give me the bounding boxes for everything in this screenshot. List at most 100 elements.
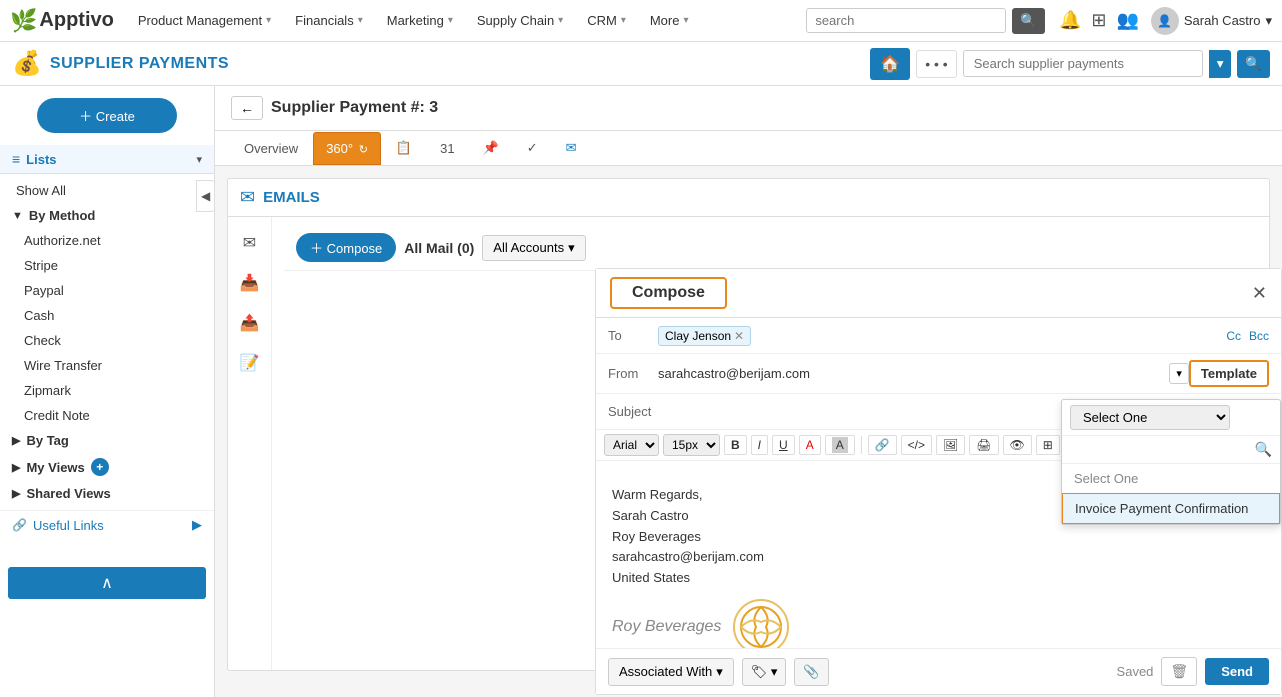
tab-pin[interactable]: 📌 — [470, 131, 512, 165]
tag-button[interactable]: 🏷 ▾ — [742, 658, 787, 686]
template-select[interactable]: Select One — [1070, 405, 1230, 430]
tab-document[interactable]: 📋 — [383, 131, 425, 165]
font-family-select[interactable]: Arial — [604, 434, 659, 456]
sidebar-item-credit-note[interactable]: Credit Note — [0, 403, 214, 428]
bcc-label[interactable]: Bcc — [1249, 329, 1269, 343]
compose-icon[interactable]: ✉ — [228, 225, 271, 261]
users-icon[interactable]: 👥 — [1116, 10, 1138, 31]
chevron-right-icon: ▶ — [192, 517, 202, 533]
template-search-input[interactable] — [1070, 442, 1255, 457]
link-icon: 🔗 — [12, 518, 27, 532]
attach-button[interactable]: 📎 — [794, 658, 828, 686]
avatar: 👤 — [1151, 7, 1179, 35]
sent-icon[interactable]: 📤 — [228, 305, 271, 341]
sidebar-by-method[interactable]: ▼ By Method — [0, 203, 214, 228]
inbox-icon[interactable]: 📥 — [228, 265, 271, 301]
nav-supply-chain[interactable]: Supply Chain ▾ — [467, 0, 573, 42]
bell-icon[interactable]: 🔔 — [1059, 10, 1081, 31]
compose-dialog-header: Compose ✕ — [596, 269, 1281, 318]
search-dropdown-button[interactable]: ▾ — [1209, 50, 1232, 78]
email-toolbar: ＋ Compose All Mail (0) All Accounts ▾ — [284, 225, 1257, 271]
mail-count-label: All Mail (0) — [404, 240, 474, 256]
font-size-select[interactable]: 15px — [663, 434, 720, 456]
table-button[interactable]: ⊞ — [1036, 435, 1060, 455]
scroll-up-button[interactable]: ∧ — [8, 567, 206, 599]
nav-more[interactable]: More ▾ — [640, 0, 699, 42]
bold-button[interactable]: B — [724, 435, 747, 455]
nav-financials[interactable]: Financials ▾ — [285, 0, 373, 42]
plus-icon: ＋ — [310, 241, 323, 256]
add-view-icon[interactable]: + — [91, 458, 109, 476]
template-option-invoice[interactable]: Invoice Payment Confirmation — [1062, 493, 1280, 524]
sidebar-item-paypal[interactable]: Paypal — [0, 278, 214, 303]
to-field: Clay Jenson ✕ — [658, 326, 1218, 346]
tab-check[interactable]: ✓ — [514, 131, 551, 165]
sidebar-shared-views[interactable]: ▶ Shared Views — [0, 481, 214, 506]
text-highlight-button[interactable]: A — [825, 435, 855, 455]
link-button[interactable]: 🔗 — [868, 435, 897, 455]
sidebar-item-stripe[interactable]: Stripe — [0, 253, 214, 278]
home-button[interactable]: 🏠 — [870, 48, 910, 80]
user-menu[interactable]: 👤 Sarah Castro ▾ — [1151, 7, 1272, 35]
sidebar-my-views[interactable]: ▶ My Views + — [0, 453, 214, 481]
accounts-dropdown-button[interactable]: All Accounts ▾ — [482, 235, 585, 261]
nav-icons-area: 🔔 ⊞ 👥 — [1059, 10, 1139, 31]
tab-overview[interactable]: Overview — [231, 132, 311, 165]
global-search-button[interactable]: 🔍 — [1012, 8, 1045, 34]
supplier-search-input[interactable] — [963, 50, 1203, 77]
sidebar-by-tag[interactable]: ▶ By Tag — [0, 428, 214, 453]
draft-icon[interactable]: 📝 — [228, 345, 271, 381]
sub-header-actions: 🏠 • • • ▾ 🔍 — [870, 48, 1270, 80]
sidebar-collapse-button[interactable]: ◀ — [196, 180, 215, 212]
create-button[interactable]: ＋ Create — [37, 98, 177, 133]
to-recipient-tag[interactable]: Clay Jenson ✕ — [658, 326, 751, 346]
remove-recipient-button[interactable]: ✕ — [734, 329, 744, 343]
tab-360[interactable]: 360° ↻ — [313, 132, 381, 165]
tab-email-active[interactable]: ✉ — [553, 131, 590, 165]
top-navigation: 🌿 Apptivo Product Management ▾ Financial… — [0, 0, 1282, 42]
code-button[interactable]: </> — [901, 435, 932, 455]
image-button[interactable]: 🖼 — [936, 435, 965, 455]
compose-close-button[interactable]: ✕ — [1252, 283, 1267, 304]
sidebar-item-zipmark[interactable]: Zipmark — [0, 378, 214, 403]
associated-with-button[interactable]: Associated With ▾ — [608, 658, 734, 686]
lists-header[interactable]: ≡ Lists ▾ — [0, 145, 214, 174]
more-options-button[interactable]: • • • — [916, 50, 956, 78]
preview-button[interactable]: 👁 — [1003, 435, 1032, 455]
nav-crm[interactable]: CRM ▾ — [577, 0, 636, 42]
text-color-button[interactable]: A — [799, 435, 821, 455]
global-search-input[interactable] — [806, 8, 1006, 33]
logo[interactable]: 🌿 Apptivo — [10, 8, 114, 34]
sidebar-item-wire-transfer[interactable]: Wire Transfer — [0, 353, 214, 378]
search-go-button[interactable]: 🔍 — [1237, 50, 1270, 78]
template-select-one-option[interactable]: Select One — [1062, 464, 1280, 493]
sidebar-item-cash[interactable]: Cash — [0, 303, 214, 328]
sidebar-item-authorize-net[interactable]: Authorize.net — [0, 228, 214, 253]
sidebar-useful-links[interactable]: 🔗 Useful Links ▶ — [0, 510, 214, 539]
compose-to-row: To Clay Jenson ✕ Cc Bcc — [596, 318, 1281, 354]
chevron-down-icon: ▾ — [621, 15, 626, 26]
from-dropdown-button[interactable]: ▾ — [1169, 363, 1189, 384]
sidebar-item-check[interactable]: Check — [0, 328, 214, 353]
template-dropdown: Select One 🔍 Select One Invoice Payment … — [1061, 399, 1281, 525]
template-button[interactable]: Template — [1189, 360, 1269, 387]
grid-icon[interactable]: ⊞ — [1091, 10, 1106, 31]
nav-marketing[interactable]: Marketing ▾ — [377, 0, 463, 42]
list-icon: ≡ — [12, 151, 20, 167]
paperclip-icon: 📎 — [803, 664, 819, 679]
cc-label[interactable]: Cc — [1226, 329, 1241, 343]
send-button[interactable]: Send — [1205, 658, 1269, 685]
supplier-payments-icon: 💰 — [12, 49, 42, 78]
italic-button[interactable]: I — [751, 435, 768, 455]
chevron-down-icon: ▾ — [358, 15, 363, 26]
sidebar-show-all[interactable]: Show All — [0, 178, 214, 203]
back-button[interactable]: ← — [231, 96, 263, 120]
print-button[interactable]: 🖨 — [969, 435, 998, 455]
sidebar: ＋ Create ≡ Lists ▾ Show All ▼ By Method … — [0, 86, 215, 697]
nav-product-management[interactable]: Product Management ▾ — [128, 0, 281, 42]
delete-draft-button[interactable]: 🗑 — [1161, 657, 1197, 686]
underline-button[interactable]: U — [772, 435, 795, 455]
compose-from-row: From sarahcastro@berijam.com ▾ Template … — [596, 354, 1281, 394]
compose-email-button[interactable]: ＋ Compose — [296, 233, 396, 262]
tab-calendar[interactable]: 31 — [427, 132, 467, 165]
